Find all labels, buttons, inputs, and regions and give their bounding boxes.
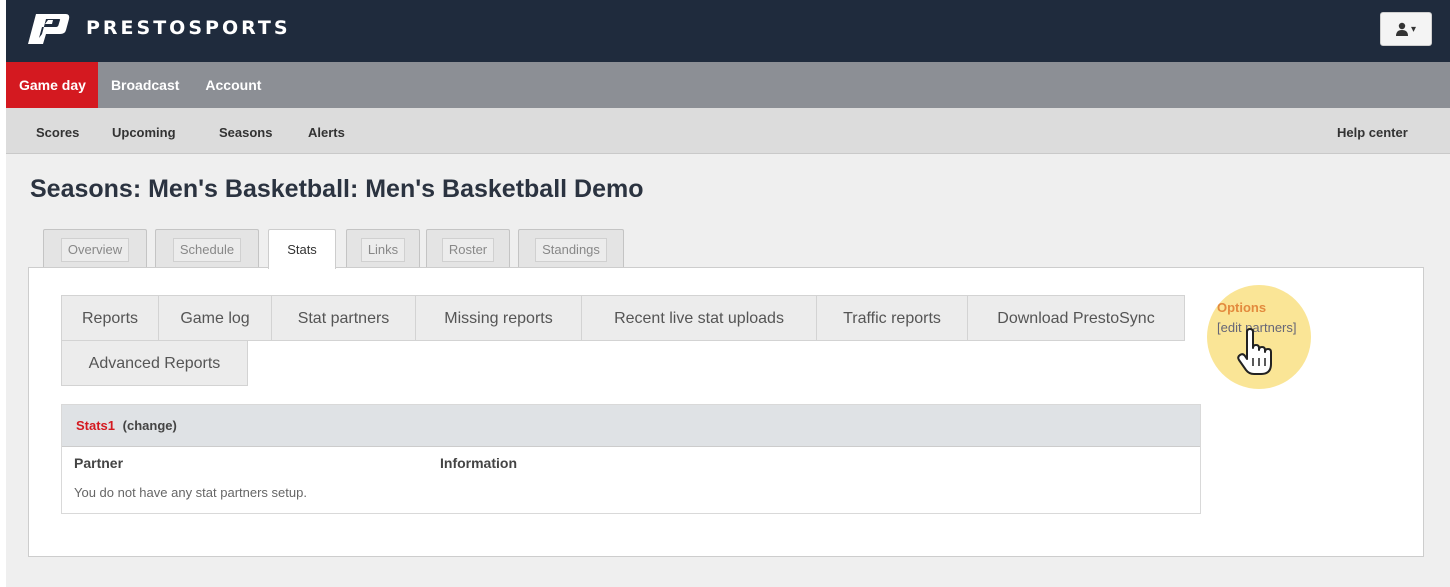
tab-label: Stats (287, 242, 317, 257)
empty-message: You do not have any stat partners setup. (74, 485, 307, 500)
user-menu-button[interactable]: ▾ (1380, 12, 1432, 46)
tab-label: Overview (60, 238, 130, 262)
stats-partner-table: Stats1 (change) Partner Information You … (61, 404, 1201, 514)
prestosports-logo-icon (28, 14, 70, 44)
subtab-traffic-reports[interactable]: Traffic reports (816, 295, 968, 341)
logo-text: PRESTOSPORTS (86, 17, 291, 39)
sub-nav: Scores Upcoming Seasons Alerts Help cent… (6, 108, 1450, 154)
tab-standings[interactable]: Standings (518, 229, 624, 268)
tab-label: Standings (535, 238, 607, 262)
subtab-game-log[interactable]: Game log (158, 295, 272, 341)
stats-config-name[interactable]: Stats1 (76, 418, 115, 433)
app-frame: PRESTOSPORTS ▾ Game day Broadcast Accoun… (6, 0, 1450, 587)
subtab-stat-partners[interactable]: Stat partners (271, 295, 416, 341)
options-label: Options (1217, 300, 1267, 315)
column-header-partner: Partner (74, 455, 124, 471)
chevron-down-icon: ▾ (1410, 23, 1417, 35)
nav-game-day[interactable]: Game day (6, 62, 98, 108)
subtab-missing-reports[interactable]: Missing reports (415, 295, 582, 341)
nav-account[interactable]: Account (192, 62, 274, 108)
tab-stats[interactable]: Stats (268, 229, 336, 269)
subnav-seasons[interactable]: Seasons (219, 108, 272, 154)
stats-panel: Reports Game log Stat partners Missing r… (28, 267, 1424, 557)
subtab-recent-live-stat-uploads[interactable]: Recent live stat uploads (581, 295, 817, 341)
help-center-link[interactable]: Help center (1337, 108, 1408, 154)
subtab-download-prestosync[interactable]: Download PrestoSync (967, 295, 1185, 341)
subnav-scores[interactable]: Scores (36, 108, 79, 154)
tab-label: Schedule (172, 238, 242, 262)
column-header-information: Information (440, 455, 517, 471)
hand-pointer-icon (1237, 328, 1272, 375)
tab-links[interactable]: Links (346, 229, 420, 268)
main-nav: Game day Broadcast Account (6, 62, 1450, 108)
subnav-alerts[interactable]: Alerts (308, 108, 345, 154)
stats-table-header: Stats1 (change) (62, 405, 1200, 447)
tab-label: Links (360, 238, 406, 262)
nav-broadcast[interactable]: Broadcast (98, 62, 192, 108)
subtab-reports[interactable]: Reports (61, 295, 159, 341)
page-title: Seasons: Men's Basketball: Men's Basketb… (30, 175, 644, 203)
tab-schedule[interactable]: Schedule (155, 229, 259, 268)
user-icon (1395, 22, 1408, 36)
top-bar: PRESTOSPORTS ▾ (6, 0, 1450, 62)
tab-overview[interactable]: Overview (43, 229, 147, 268)
subtab-advanced-reports[interactable]: Advanced Reports (61, 340, 248, 386)
change-link[interactable]: (change) (123, 418, 177, 433)
tab-label: Roster (441, 238, 495, 262)
tab-roster[interactable]: Roster (426, 229, 510, 268)
subnav-upcoming[interactable]: Upcoming (112, 108, 176, 154)
